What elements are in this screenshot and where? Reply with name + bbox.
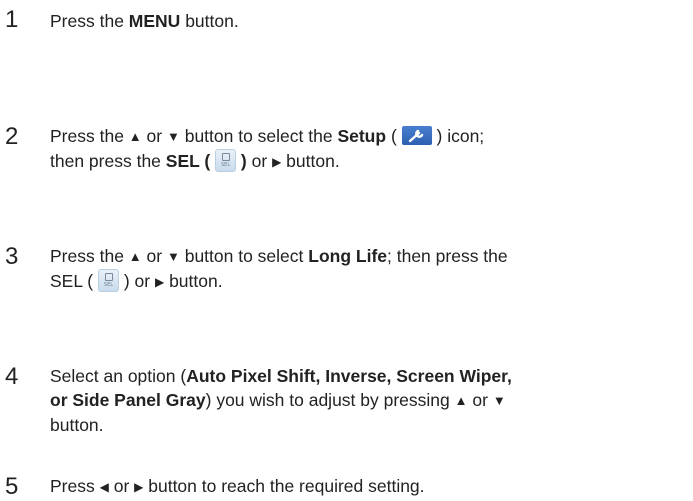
step-text: Press the ▲ or ▼ button to select Long L… bbox=[50, 244, 690, 294]
right-arrow-icon: ▶ bbox=[154, 275, 165, 289]
right-arrow-icon: ▶ bbox=[272, 155, 282, 169]
sel-button-icon: SEL bbox=[97, 269, 119, 292]
up-arrow-icon: ▲ bbox=[128, 249, 142, 264]
step-number: 2 bbox=[5, 123, 19, 150]
step-text: Press the ▲ or ▼ button to select the Se… bbox=[50, 124, 690, 174]
step-number: 4 bbox=[5, 363, 19, 390]
menu-label: MENU bbox=[128, 11, 181, 31]
step-text: Press ◀ or ▶ button to reach the require… bbox=[50, 474, 690, 499]
step-text: Select an option (Auto Pixel Shift, Inve… bbox=[50, 366, 512, 435]
step-number: 5 bbox=[5, 473, 19, 500]
up-arrow-icon: ▲ bbox=[128, 129, 142, 144]
step-text: Press the MENU button. bbox=[50, 11, 239, 31]
down-arrow-icon: ▼ bbox=[166, 249, 180, 264]
sel-button-icon: SEL bbox=[215, 149, 237, 172]
down-arrow-icon: ▼ bbox=[492, 393, 506, 408]
right-arrow-icon: ▶ bbox=[134, 480, 144, 494]
step-number: 1 bbox=[5, 6, 19, 33]
setup-wrench-icon bbox=[401, 126, 432, 145]
down-arrow-icon: ▼ bbox=[166, 129, 180, 144]
up-arrow-icon: ▲ bbox=[454, 393, 468, 408]
left-arrow-icon: ◀ bbox=[99, 480, 109, 494]
step-number: 3 bbox=[5, 243, 19, 270]
